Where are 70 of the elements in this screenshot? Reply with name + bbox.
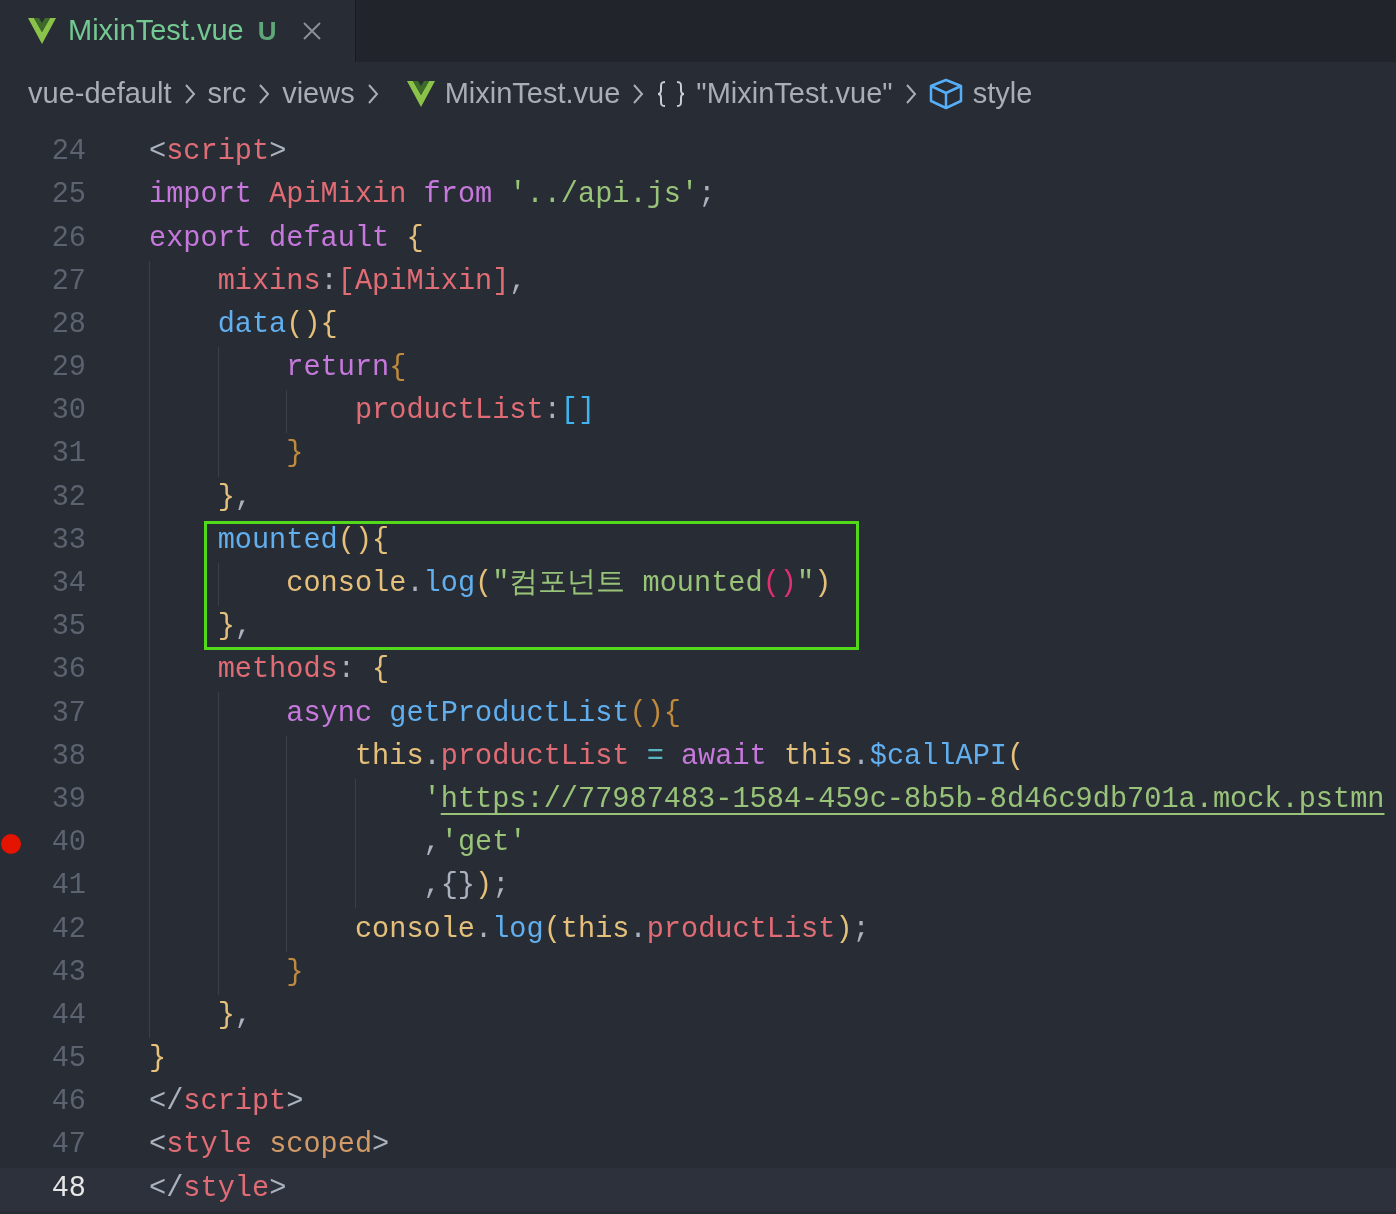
editor-tab[interactable]: MixinTest.vue U	[0, 0, 356, 62]
code-line: }	[285, 436, 304, 473]
breadcrumb-item[interactable]: style	[972, 71, 1033, 116]
code-line: this.productList = await this.$callAPI(	[353, 738, 1025, 775]
code-line: mixins:[ApiMixin],	[216, 263, 527, 300]
line-number: 38	[51, 738, 86, 775]
breadcrumb-item[interactable]: "MixinTest.vue"	[696, 71, 893, 116]
line-number: 45	[51, 1041, 86, 1078]
code-line: export default {	[149, 220, 424, 257]
code-line: },	[216, 479, 252, 516]
code-line: }	[285, 954, 304, 991]
line-number: 40	[51, 825, 86, 862]
chevron-icon	[632, 82, 645, 105]
line-number: 31	[51, 436, 86, 473]
code-line: console.log("컴포넌트 mounted()")	[285, 566, 832, 602]
line-number: 30	[51, 393, 86, 430]
close-icon[interactable]	[302, 21, 323, 41]
line-number: 41	[51, 868, 86, 905]
breadcrumb-item[interactable]: src	[207, 71, 247, 116]
breadcrumb-item[interactable]: MixinTest.vue	[444, 71, 621, 116]
code-line: console.log(this.productList);	[353, 911, 870, 948]
code-line: </style>	[149, 1170, 287, 1207]
vue-logo-icon	[406, 80, 435, 107]
braces-icon	[656, 79, 687, 108]
code-line: async getProductList(){	[285, 695, 681, 732]
code-line: return{	[285, 350, 407, 387]
line-number: 33	[51, 522, 86, 559]
code-line: <style scoped>	[149, 1127, 390, 1164]
line-number: 29	[51, 350, 86, 387]
line-number: 37	[51, 695, 86, 732]
line-number: 24	[51, 134, 86, 171]
line-number: 32	[51, 479, 86, 516]
line-number: 34	[51, 566, 86, 602]
code-line: ,'get'	[422, 825, 527, 862]
line-number: 44	[51, 997, 86, 1034]
code-line: import ApiMixin from '../api.js';	[149, 177, 716, 214]
breadcrumb-item[interactable]: views	[282, 71, 355, 116]
code-line: methods: {	[216, 652, 390, 689]
code-line: <script>	[149, 134, 287, 171]
line-number: 25	[51, 177, 86, 214]
cube-icon	[928, 77, 963, 110]
chevron-icon	[258, 82, 271, 105]
line-number: 42	[51, 911, 86, 948]
breadcrumb-item[interactable]: vue-default	[28, 71, 172, 116]
chevron-icon	[366, 82, 379, 105]
code-line: }	[149, 1041, 167, 1078]
breakpoint-icon[interactable]	[1, 833, 21, 854]
line-number: 35	[51, 609, 86, 646]
tab-label: MixinTest.vue	[68, 13, 244, 49]
code-line: },	[216, 609, 252, 646]
chevron-icon	[904, 82, 917, 105]
line-number: 26	[51, 220, 86, 257]
code-line: productList:[]	[353, 393, 596, 430]
line-number: 47	[51, 1127, 86, 1164]
code-line: 'https://77987483-1584-459c-8b5b-8d46c9db701a.mock.pstmn	[422, 781, 1385, 818]
chevron-icon	[183, 82, 196, 105]
line-number: 39	[51, 781, 86, 818]
code-line: mounted(){	[216, 522, 390, 559]
line-number: 27	[51, 263, 86, 300]
line-number: 43	[51, 954, 86, 991]
code-line: </script>	[149, 1084, 304, 1121]
code-line: ,{});	[422, 868, 510, 905]
line-number: 28	[51, 306, 86, 343]
code-line: data(){	[216, 306, 338, 343]
code-line: },	[216, 997, 252, 1034]
vue-logo-icon	[28, 18, 56, 44]
git-status-label: U	[257, 14, 277, 48]
line-number: 46	[51, 1084, 86, 1121]
line-number: 48	[51, 1170, 86, 1207]
line-number: 36	[51, 652, 86, 689]
